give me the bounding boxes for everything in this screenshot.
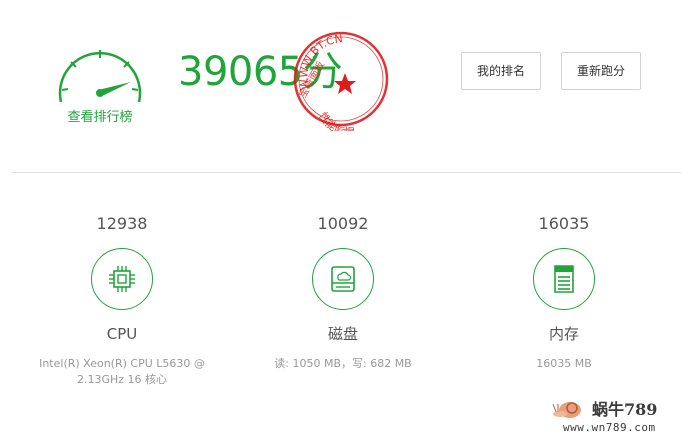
memory-description: 16035 MB (464, 356, 664, 372)
memory-icon-ring (533, 248, 595, 310)
disk-description: 读: 1050 MB，写: 682 MB (243, 356, 443, 372)
disk-icon-ring (312, 248, 374, 310)
watermark-title: 蜗牛789 (592, 400, 658, 419)
stamp-star-icon (334, 73, 356, 94)
disk-desc-line1: 读: 1050 MB，写: 682 MB (274, 357, 412, 370)
disk-label: 磁盘 (327, 325, 358, 343)
cpu-description: Intel(R) Xeon(R) CPU L5630 @ 2.13GHz 16 … (22, 356, 222, 388)
retest-button[interactable]: 重新跑分 (561, 52, 641, 90)
cpu-score: 12938 (96, 214, 148, 233)
watermark-url: www.wn789.com (563, 421, 656, 434)
cpu-icon-ring (91, 248, 153, 310)
disk-drive-icon (331, 266, 355, 292)
section-divider (11, 172, 681, 173)
memory-metric: 16035 内存 16035 MB (464, 210, 664, 372)
cpu-desc-line1: Intel(R) Xeon(R) CPU L5630 @ (39, 357, 205, 370)
cpu-desc-line2: 2.13GHz 16 核心 (76, 373, 168, 386)
cpu-chip-icon (109, 266, 135, 292)
cpu-metric: 12938 CPU Intel(R) Xeon(R) CPU L5630 @ 2… (22, 210, 222, 388)
total-score-value: 39065 (178, 49, 303, 95)
disk-metric: 10092 磁盘 读: 1050 MB，写: 682 MB (243, 210, 443, 372)
memory-icon (554, 265, 574, 293)
memory-desc-line1: 16035 MB (536, 357, 592, 370)
memory-score: 16035 (538, 214, 590, 233)
cpu-label: CPU (106, 325, 138, 343)
my-rank-button[interactable]: 我的排名 (461, 52, 541, 90)
view-leaderboard-link[interactable]: 查看排行榜 (58, 106, 142, 125)
bt-stamp-seal: WWW.BT.CN 性能彪悍 宝塔面板 (293, 31, 389, 131)
memory-label: 内存 (548, 325, 579, 343)
disk-score: 10092 (317, 214, 369, 233)
